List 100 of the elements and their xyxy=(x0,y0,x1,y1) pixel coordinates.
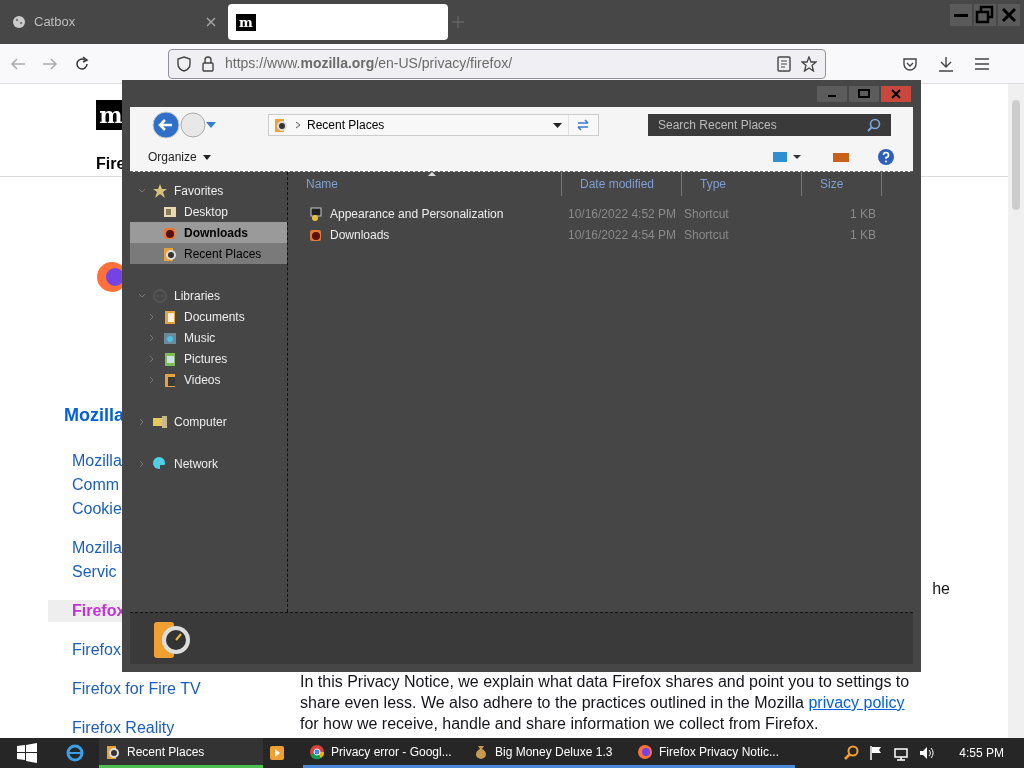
documents-icon xyxy=(162,308,178,325)
preview-pane-icon[interactable] xyxy=(833,151,849,163)
pocket-icon[interactable] xyxy=(902,55,918,72)
close-icon[interactable] xyxy=(998,4,1020,26)
forward-icon[interactable] xyxy=(42,55,58,72)
browser-tab[interactable]: Catbox xyxy=(4,4,224,40)
download-icon[interactable] xyxy=(938,55,954,72)
nav-item[interactable]: Computer xyxy=(130,411,287,432)
expanded-chevron-icon[interactable] xyxy=(138,291,146,300)
volume-icon[interactable] xyxy=(919,745,936,761)
sidebar-link[interactable]: Servic xyxy=(72,561,117,583)
date-modified-cell-text: 10/16/2022 4:52 PM xyxy=(567,205,678,223)
file-name[interactable]: Appearance and Personalization xyxy=(330,204,504,223)
recent-places-icon xyxy=(273,117,289,133)
column-header[interactable]: Date modified xyxy=(562,172,682,196)
minimize-icon[interactable] xyxy=(950,4,972,26)
sidebar-link[interactable]: Mozilla xyxy=(72,450,122,472)
taskbar-button[interactable]: Big Money Deluxe 1.3 xyxy=(467,738,631,768)
privacy-policy-link[interactable]: privacy policy xyxy=(808,694,905,711)
address-bar[interactable]: https://www.mozilla.org/en-US/privacy/firefox/ xyxy=(168,48,826,79)
recent-places-icon xyxy=(105,743,121,760)
nav-item[interactable]: Recent Places xyxy=(130,243,287,264)
type-cell-text: Shortcut xyxy=(683,226,730,244)
internet-explorer-icon[interactable] xyxy=(65,743,85,763)
sidebar-link[interactable]: Comm xyxy=(72,474,120,496)
organize-button[interactable]: Organize xyxy=(148,148,211,166)
browser-tab[interactable]: m xyxy=(228,4,448,40)
nav-item[interactable]: Desktop xyxy=(130,201,287,222)
media-player-icon[interactable] xyxy=(269,745,285,761)
collapsed-chevron-icon[interactable] xyxy=(148,312,156,321)
help-icon[interactable] xyxy=(877,148,895,166)
size-cell-text: 1 KB xyxy=(849,226,877,244)
search-icon xyxy=(867,118,881,132)
back-icon[interactable] xyxy=(152,111,180,139)
shield-icon xyxy=(177,55,191,72)
search-icon[interactable] xyxy=(843,745,860,761)
lock-icon xyxy=(201,55,215,72)
type-cell-text: Shortcut xyxy=(683,205,730,223)
url-text: https://www.mozilla.org/en-US/privacy/firefox/ xyxy=(225,54,514,73)
sidebar-link[interactable]: Mozilla xyxy=(72,537,122,559)
sidebar-link[interactable]: Firefox xyxy=(72,639,121,661)
sidebar-link[interactable]: Cookie xyxy=(72,498,122,520)
chrome-icon xyxy=(309,743,325,760)
restore-icon[interactable] xyxy=(974,4,996,26)
nav-item[interactable]: Favorites xyxy=(130,180,287,201)
taskbar-button[interactable]: Recent Places xyxy=(99,738,263,768)
flag-icon[interactable] xyxy=(869,745,884,761)
collapsed-chevron-icon[interactable] xyxy=(138,459,146,468)
column-header[interactable]: Size xyxy=(802,172,882,196)
collapsed-chevron-icon[interactable] xyxy=(138,417,146,426)
chevron-icon xyxy=(295,121,301,129)
expanded-chevron-icon[interactable] xyxy=(138,186,146,195)
bookmark-star-icon[interactable] xyxy=(801,55,817,72)
address-bar[interactable]: Recent Places xyxy=(268,114,599,136)
caret-icon xyxy=(202,154,211,160)
star-icon xyxy=(152,182,168,199)
network-tray-icon[interactable] xyxy=(893,745,910,761)
taskbar-button[interactable]: Firefox Privacy Notic... xyxy=(631,738,795,768)
cookie-icon xyxy=(12,15,26,29)
videos-icon xyxy=(162,371,178,388)
search-field[interactable]: Search Recent Places xyxy=(648,114,891,136)
nav-item[interactable]: Libraries xyxy=(130,285,287,306)
nav-item[interactable]: Music xyxy=(130,327,287,348)
nav-item[interactable]: Pictures xyxy=(130,348,287,369)
taskbar-button[interactable]: Privacy error - Googl... xyxy=(303,738,467,768)
column-header[interactable]: Type xyxy=(682,172,802,196)
windows-logo-icon[interactable] xyxy=(17,743,37,763)
minimize-icon[interactable] xyxy=(817,85,847,102)
close-icon[interactable] xyxy=(881,85,911,102)
clock[interactable]: 4:55 PM xyxy=(959,744,1004,762)
sidebar-link[interactable]: Firefox Reality xyxy=(72,717,175,738)
nav-item[interactable]: Videos xyxy=(130,369,287,390)
nav-item[interactable]: Downloads xyxy=(130,222,287,243)
firefox-icon xyxy=(637,743,653,760)
recent-places-icon xyxy=(162,245,178,262)
menu-icon[interactable] xyxy=(974,55,990,72)
collapsed-chevron-icon[interactable] xyxy=(148,375,156,384)
paragraph-text: he xyxy=(932,579,950,599)
reload-icon[interactable] xyxy=(74,55,90,72)
collapsed-chevron-icon[interactable] xyxy=(148,354,156,363)
scrollbar[interactable] xyxy=(1008,84,1024,738)
back-icon[interactable] xyxy=(10,55,26,72)
date-modified-cell-text: 10/16/2022 4:54 PM xyxy=(567,226,678,244)
maximize-icon[interactable] xyxy=(849,85,879,102)
file-name[interactable]: Downloads xyxy=(330,225,390,244)
sidebar-link[interactable]: Firefox for Fire TV xyxy=(72,678,201,700)
pictures-icon xyxy=(162,350,178,367)
nav-item[interactable]: Documents xyxy=(130,306,287,327)
size-cell-text: 1 KB xyxy=(849,205,877,223)
close-icon[interactable] xyxy=(206,17,216,27)
computer-icon xyxy=(152,413,168,430)
forward-icon[interactable] xyxy=(180,112,206,138)
dropdown-caret-icon[interactable] xyxy=(553,122,562,128)
collapsed-chevron-icon[interactable] xyxy=(148,333,156,342)
section-heading: Mozilla xyxy=(64,404,124,427)
reader-view-icon[interactable] xyxy=(777,55,791,72)
paragraph-text: In this Privacy Notice, we explain what data Firefox shares and point you to settings to share even less. We also adhere to the practices outlined in the Mozilla privacy policy for how we receive, handle and share information we collect from Firefox. xyxy=(300,672,911,734)
money-bag-icon xyxy=(473,743,489,760)
view-options-icon[interactable] xyxy=(773,151,801,163)
nav-item[interactable]: Network xyxy=(130,453,287,474)
